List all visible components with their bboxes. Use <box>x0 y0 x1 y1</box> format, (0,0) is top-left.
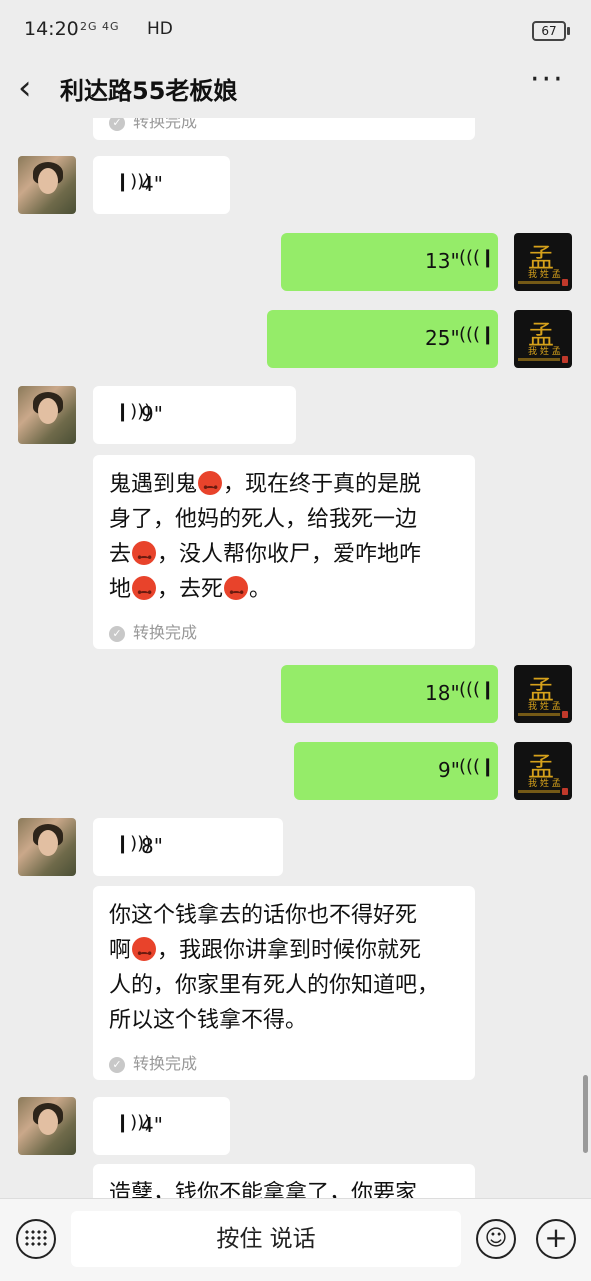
voice-duration: 4" <box>141 1113 163 1137</box>
smiley-icon[interactable]: ☺ <box>476 1219 516 1259</box>
back-chevron-icon[interactable]: ‹ <box>18 68 32 108</box>
voice-wave-icon: (((❙ <box>459 324 496 345</box>
voice-duration: 9" <box>438 758 460 782</box>
voice-message-bubble[interactable]: 13" (((❙ <box>281 233 498 291</box>
transcript-bubble: 鬼遇到鬼，现在终于真的是脱 身了，他妈的死人，给我死一边 去，没人帮你收尸，爱咋… <box>93 455 475 649</box>
angry-emoji-icon <box>132 576 156 611</box>
angry-emoji-icon <box>132 541 156 576</box>
voice-wave-icon: (((❙ <box>459 247 496 268</box>
voice-duration: 13" <box>425 249 460 273</box>
transcript-bubble: 造孽，钱你不能拿拿了，你要家 <box>93 1164 475 1198</box>
status-bar: 14:20 2G 4G HD 67 <box>0 0 591 60</box>
voice-message-bubble[interactable]: ❙))) 4" <box>93 1097 230 1155</box>
signal-icon: 2G 4G <box>80 20 120 33</box>
hd-icon: HD <box>147 19 173 39</box>
voice-message-bubble[interactable]: ❙))) 8" <box>93 818 283 876</box>
voice-duration: 8" <box>141 834 163 858</box>
more-options-icon[interactable]: ··· <box>530 62 565 97</box>
keyboard-icon[interactable] <box>16 1219 56 1259</box>
battery-icon: 67 <box>532 21 570 41</box>
voice-message-bubble[interactable]: ❙))) 4" <box>93 156 230 214</box>
scrollbar[interactable] <box>583 1075 588 1153</box>
transcript-done-label: ✓ 转换完成 <box>109 118 197 132</box>
transcript-text: 造孽，钱你不能拿拿了，你要家 <box>109 1181 418 1198</box>
voice-duration: 25" <box>425 326 460 350</box>
input-bar: 按住 说话 ☺ + <box>0 1198 591 1281</box>
chat-header: ‹ 利达路55老板娘 ··· <box>0 60 591 118</box>
chat-title: 利达路55老板娘 <box>60 77 238 105</box>
angry-emoji-icon <box>132 937 156 972</box>
my-avatar[interactable]: 孟 我 姓 孟 <box>514 233 572 291</box>
voice-wave-icon: (((❙ <box>459 756 496 777</box>
status-time: 14:20 <box>24 18 79 40</box>
transcript-done-label: ✓ 转换完成 <box>109 1046 197 1081</box>
check-icon: ✓ <box>109 118 125 131</box>
my-avatar[interactable]: 孟 我 姓 孟 <box>514 665 572 723</box>
transcript-done-label: ✓ 转换完成 <box>109 615 197 650</box>
transcript-text: 鬼遇到鬼，现在终于真的是脱 身了，他妈的死人，给我死一边 去，没人帮你收尸，爱咋… <box>109 467 459 611</box>
angry-emoji-icon <box>198 471 222 506</box>
my-avatar[interactable]: 孟 我 姓 孟 <box>514 310 572 368</box>
contact-avatar[interactable] <box>18 156 76 214</box>
hold-to-talk-button[interactable]: 按住 说话 <box>71 1211 461 1267</box>
transcript-bubble: 你这个钱拿去的话你也不得好死 啊，我跟你讲拿到时候你就死 人的，你家里有死人的你… <box>93 886 475 1080</box>
angry-emoji-icon <box>224 576 248 611</box>
message-list[interactable]: ✓ 转换完成 ❙))) 4" 13" (((❙ 孟 我 姓 孟 25" (((❙ … <box>0 118 591 1198</box>
voice-message-bubble[interactable]: ❙))) 9" <box>93 386 296 444</box>
voice-message-bubble[interactable]: 18" (((❙ <box>281 665 498 723</box>
plus-icon[interactable]: + <box>536 1219 576 1259</box>
contact-avatar[interactable] <box>18 818 76 876</box>
voice-duration: 9" <box>141 402 163 426</box>
voice-message-bubble[interactable]: 9" (((❙ <box>294 742 498 800</box>
partial-transcript-bubble: ✓ 转换完成 <box>93 118 475 140</box>
contact-avatar[interactable] <box>18 386 76 444</box>
voice-duration: 18" <box>425 681 460 705</box>
transcript-text: 你这个钱拿去的话你也不得好死 啊，我跟你讲拿到时候你就死 人的，你家里有死人的你… <box>109 898 459 1038</box>
check-icon: ✓ <box>109 625 125 642</box>
check-icon: ✓ <box>109 1056 125 1073</box>
voice-message-bubble[interactable]: 25" (((❙ <box>267 310 498 368</box>
voice-wave-icon: (((❙ <box>459 679 496 700</box>
contact-avatar[interactable] <box>18 1097 76 1155</box>
my-avatar[interactable]: 孟 我 姓 孟 <box>514 742 572 800</box>
voice-duration: 4" <box>141 172 163 196</box>
